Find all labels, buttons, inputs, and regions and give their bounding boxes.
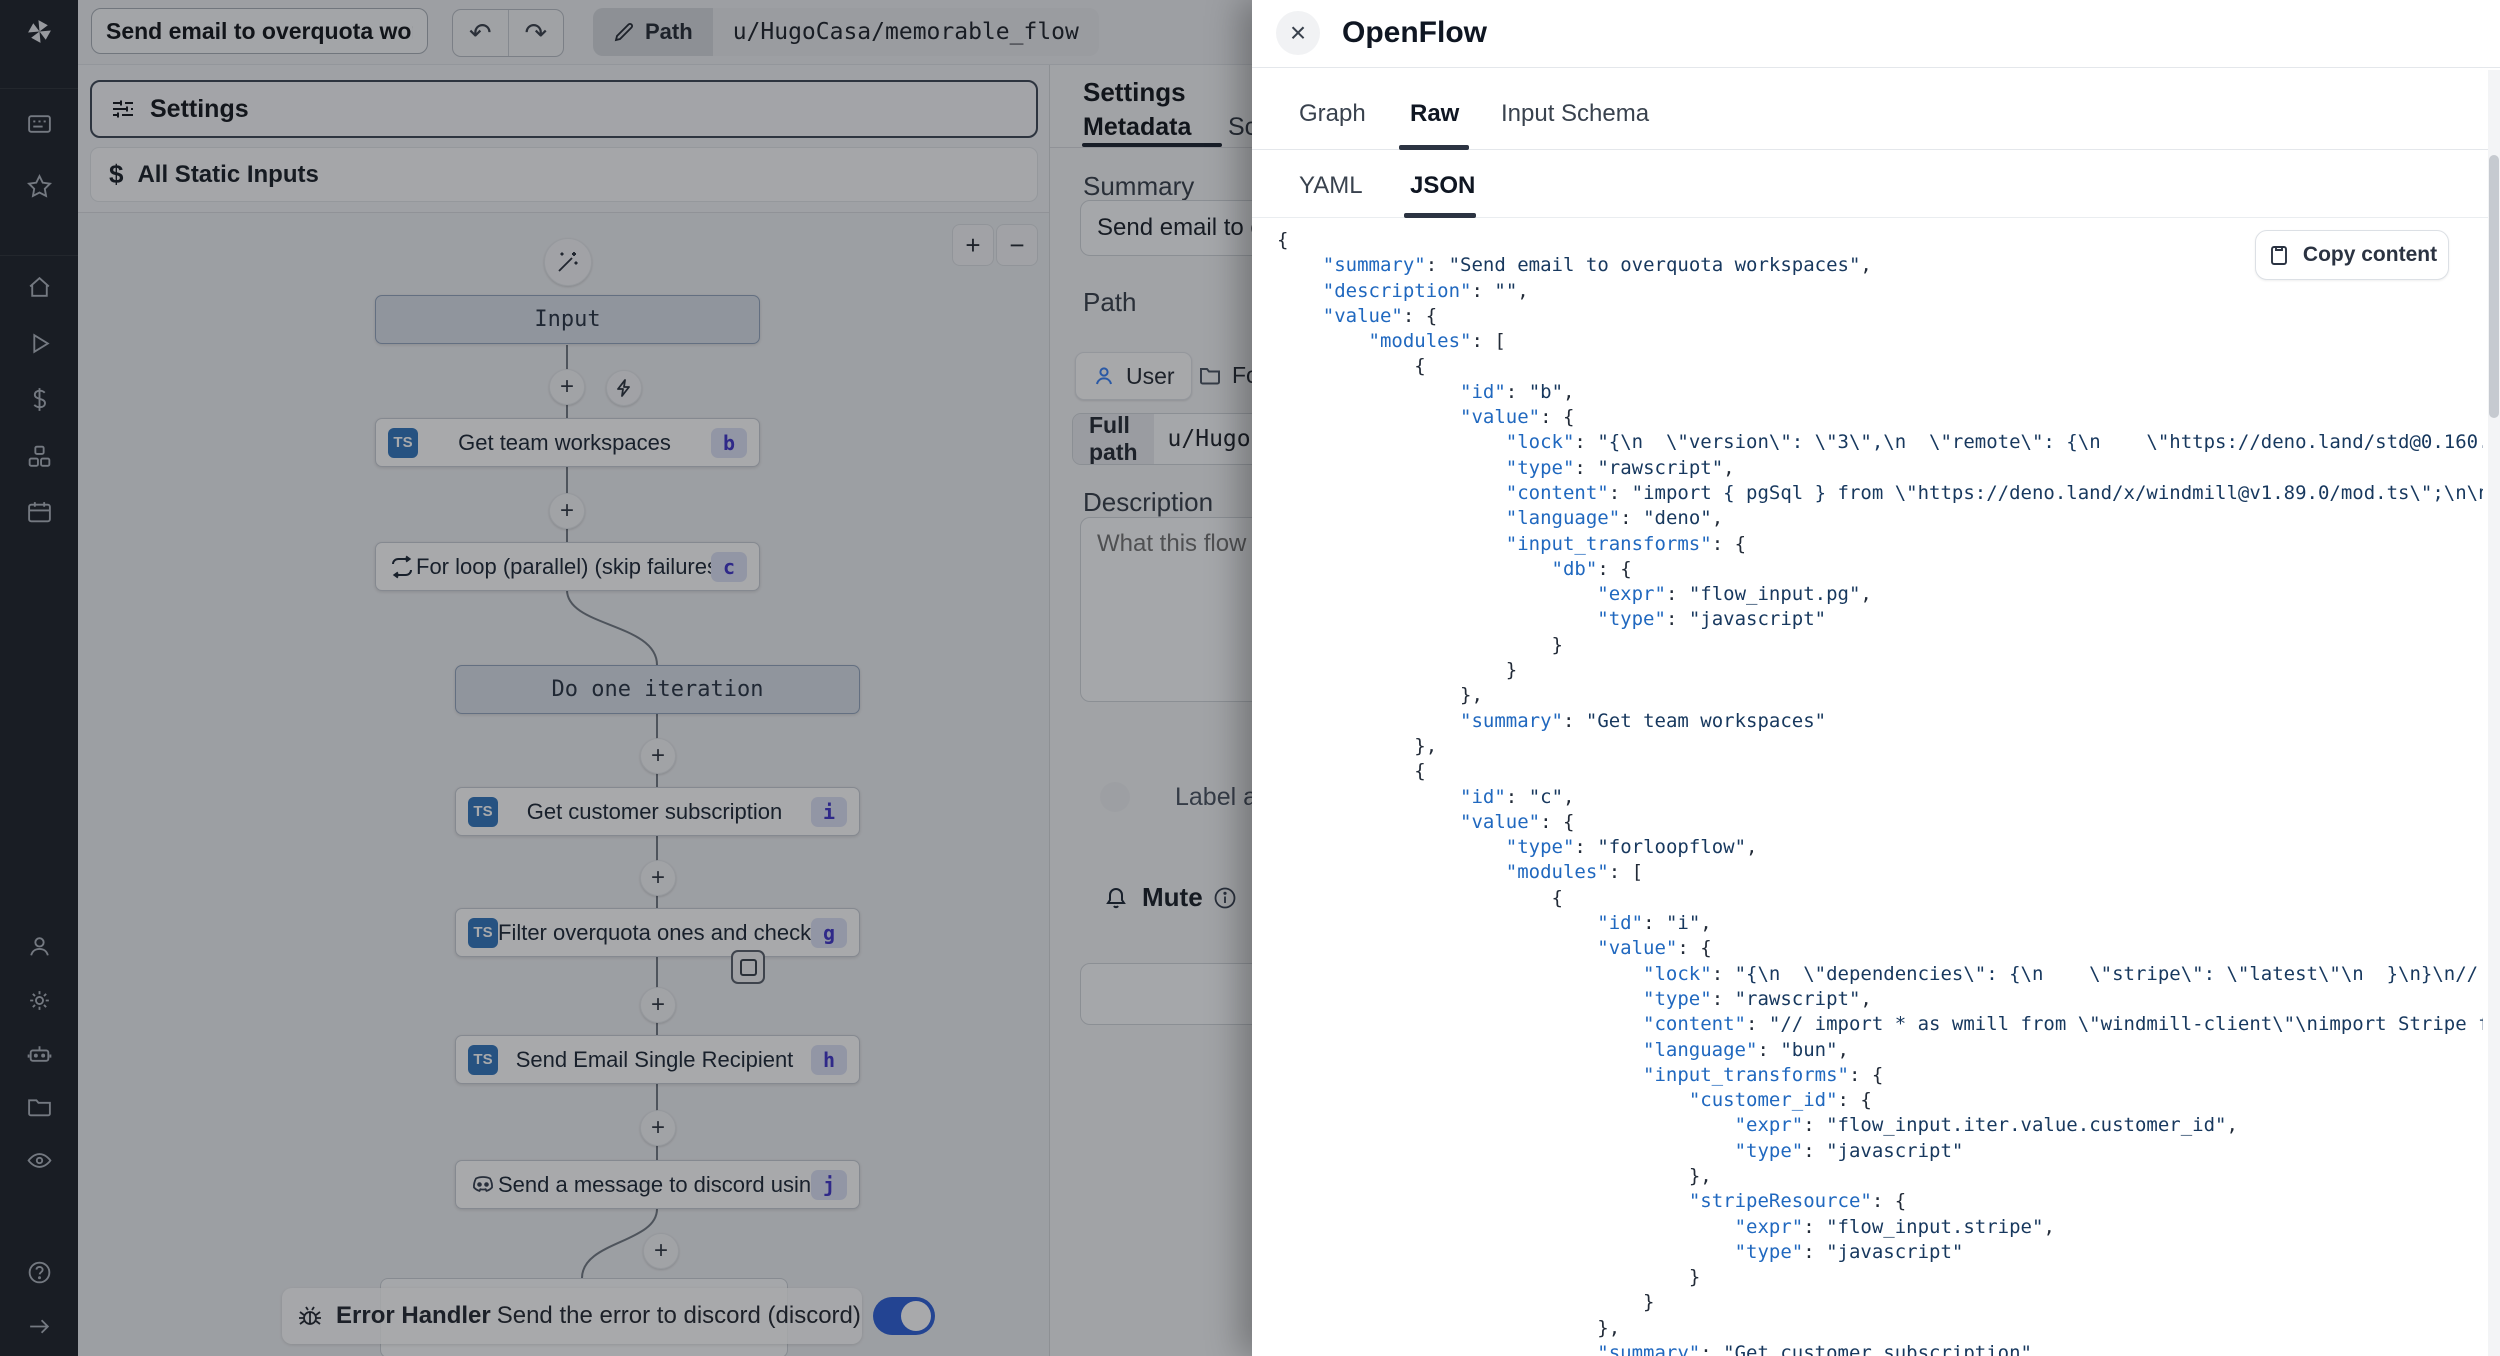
json-code[interactable]: { "summary": "Send email to overquota wo… [1277, 228, 2483, 1356]
close-icon[interactable]: × [1276, 11, 1320, 55]
drawer-title: OpenFlow [1342, 16, 1487, 50]
scrollbar-thumb[interactable] [2489, 155, 2499, 418]
tab-input-schema[interactable]: Input Schema [1501, 100, 1649, 128]
subtab-json[interactable]: JSON [1410, 172, 1475, 200]
windmill-flow-editor: ↶ ↷ Path u/HugoCasa/memorable_flow Setti… [0, 0, 2500, 1356]
openflow-drawer: × OpenFlow Graph Raw Input Schema YAML J… [1252, 0, 2500, 1356]
subtab-yaml[interactable]: YAML [1299, 172, 1363, 200]
tab-graph[interactable]: Graph [1299, 100, 1366, 128]
tab-raw[interactable]: Raw [1410, 100, 1459, 128]
